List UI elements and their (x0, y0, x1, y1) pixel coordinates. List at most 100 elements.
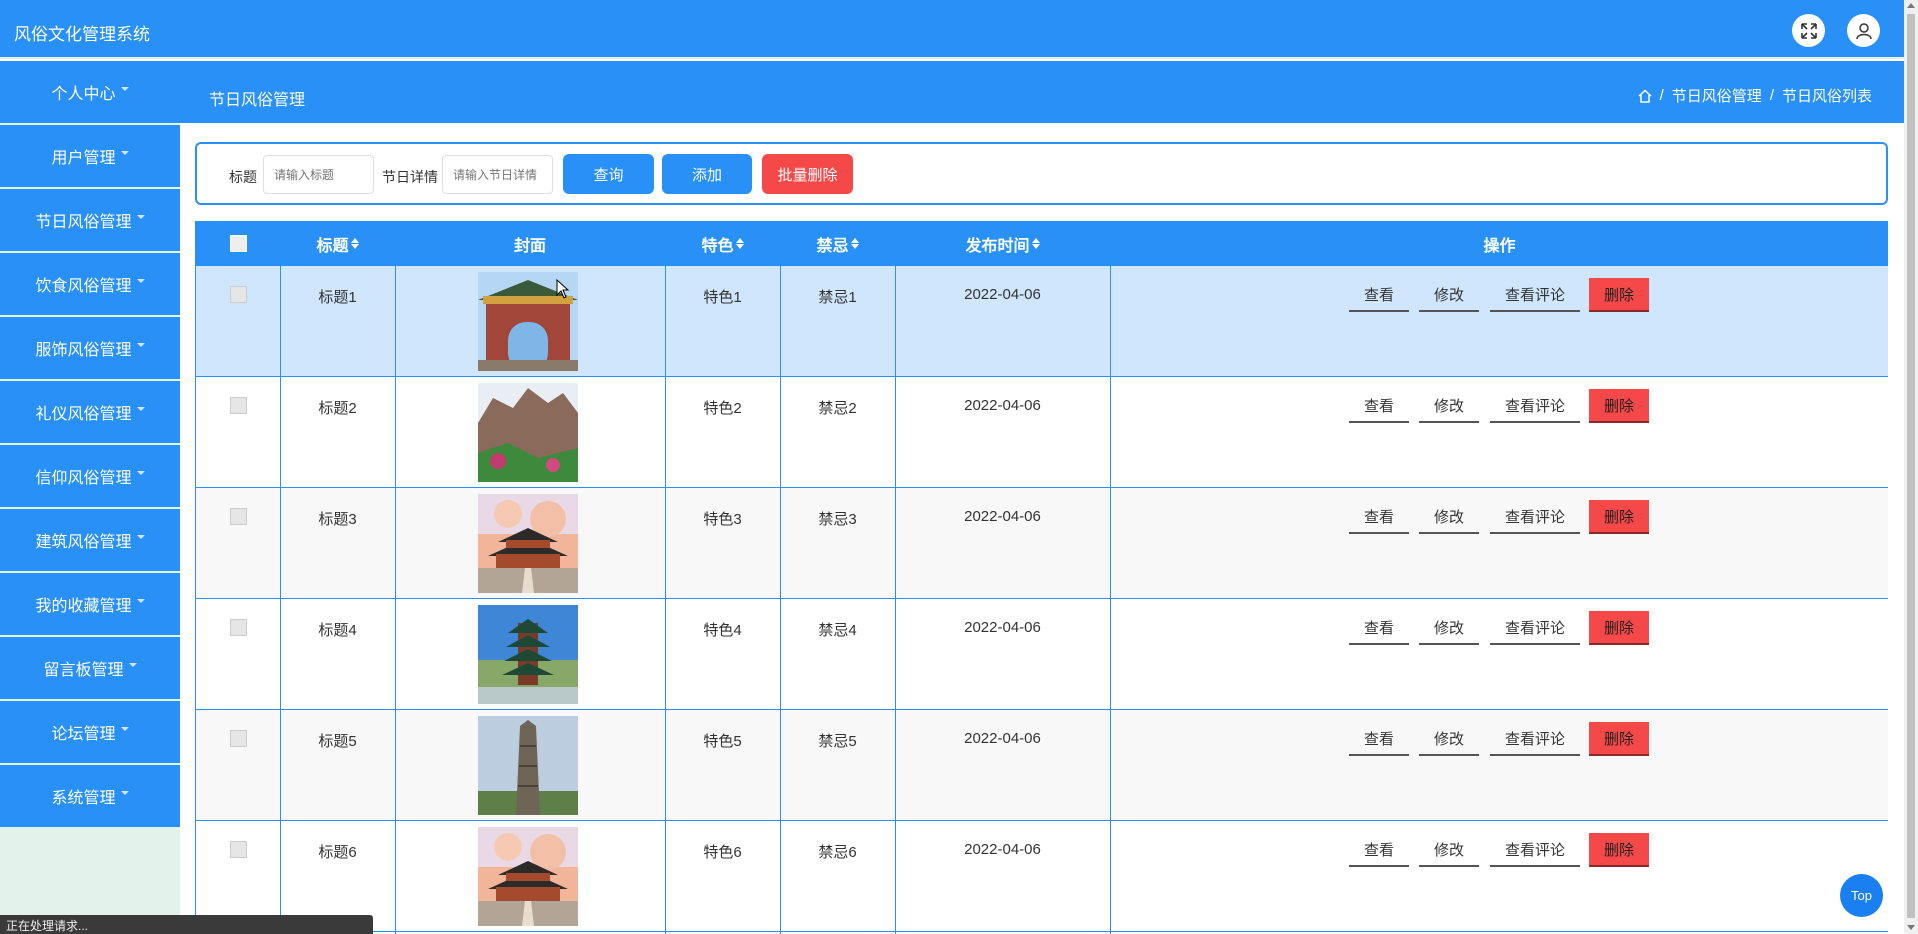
sidebar-item-forum[interactable]: 论坛管理 (0, 701, 180, 763)
add-button[interactable]: 添加 (662, 154, 752, 194)
home-icon[interactable] (1638, 88, 1652, 103)
view-button[interactable]: 查看 (1349, 389, 1409, 423)
row-feature: 特色1 (703, 289, 742, 306)
delete-button[interactable]: 删除 (1589, 833, 1649, 867)
sub-header: 节日风俗管理 / 节日风俗管理 / 节日风俗列表 (0, 61, 1904, 123)
breadcrumb-separator: / (1769, 87, 1774, 104)
view-button[interactable]: 查看 (1349, 833, 1409, 867)
view-comments-button[interactable]: 查看评论 (1490, 611, 1580, 645)
edit-button[interactable]: 修改 (1419, 500, 1479, 534)
caret-down-icon (120, 151, 129, 155)
fullscreen-button[interactable] (1792, 14, 1825, 47)
view-button[interactable]: 查看 (1349, 722, 1409, 756)
header-select-all[interactable] (196, 221, 280, 266)
title-search-input[interactable] (263, 155, 374, 194)
sidebar-item-personal-center[interactable]: 个人中心 (0, 61, 180, 123)
cover-image[interactable] (478, 605, 578, 704)
sidebar-item-system[interactable]: 系统管理 (0, 765, 180, 827)
view-button[interactable]: 查看 (1349, 611, 1409, 645)
table-row[interactable]: 标题2 特色2 禁忌2 2022-04-06 查看 修改 查看评论 删除 (196, 377, 1888, 488)
sidebar-item-architecture[interactable]: 建筑风俗管理 (0, 509, 180, 571)
sidebar-item-belief[interactable]: 信仰风俗管理 (0, 445, 180, 507)
back-to-top-button[interactable]: Top (1840, 874, 1883, 917)
header-taboo[interactable]: 禁忌 (780, 221, 895, 266)
row-checkbox[interactable] (229, 508, 247, 525)
sort-icon[interactable] (350, 238, 359, 249)
edit-button[interactable]: 修改 (1419, 389, 1479, 423)
header-date-label: 发布时间 (965, 237, 1030, 255)
edit-button[interactable]: 修改 (1419, 611, 1479, 645)
row-select-cell[interactable] (196, 266, 280, 376)
caret-down-icon (128, 663, 137, 667)
table-row[interactable]: 标题1 特色1 禁忌1 2022-04-06 查看 修改 查看评论 删除 (196, 266, 1888, 377)
row-checkbox[interactable] (229, 286, 247, 303)
row-checkbox[interactable] (229, 397, 247, 414)
cover-image[interactable] (478, 383, 578, 482)
delete-button[interactable]: 删除 (1589, 500, 1649, 534)
row-feature: 特色6 (703, 844, 742, 861)
table-row[interactable]: 标题5 特色5 禁忌5 2022-04-06 查看 修改 查看评论 删除 (196, 710, 1888, 821)
scroll-down-icon[interactable] (1907, 925, 1915, 930)
sidebar-item-users[interactable]: 用户管理 (0, 125, 180, 187)
row-checkbox[interactable] (229, 841, 247, 858)
column-divider (280, 221, 281, 934)
row-checkbox[interactable] (229, 730, 247, 747)
user-button[interactable] (1847, 14, 1880, 47)
view-comments-button[interactable]: 查看评论 (1490, 389, 1580, 423)
view-button[interactable]: 查看 (1349, 278, 1409, 312)
caret-down-icon (136, 279, 145, 283)
edit-button[interactable]: 修改 (1419, 722, 1479, 756)
scrollbar-thumb[interactable] (1907, 14, 1915, 918)
sidebar-item-festival[interactable]: 节日风俗管理 (0, 189, 180, 251)
sort-icon[interactable] (850, 238, 859, 249)
row-date: 2022-04-06 (964, 730, 1041, 747)
cover-image[interactable] (478, 827, 578, 926)
table-row[interactable]: 标题6 特色6 禁忌6 2022-04-06 查看 修改 查看评论 删除 (196, 821, 1888, 932)
sort-icon[interactable] (735, 238, 744, 249)
row-checkbox[interactable] (229, 619, 247, 636)
row-select-cell[interactable] (196, 710, 280, 820)
delete-button[interactable]: 删除 (1589, 389, 1649, 423)
view-comments-button[interactable]: 查看评论 (1490, 722, 1580, 756)
breadcrumb-item[interactable]: 节日风俗管理 (1672, 85, 1762, 106)
caret-down-icon (136, 535, 145, 539)
delete-button[interactable]: 删除 (1589, 278, 1649, 312)
header-title[interactable]: 标题 (280, 221, 395, 266)
fullscreen-icon (1800, 22, 1817, 39)
vertical-scrollbar[interactable] (1904, 0, 1918, 934)
caret-down-icon (120, 87, 129, 91)
sidebar-item-diet[interactable]: 饮食风俗管理 (0, 253, 180, 315)
view-comments-button[interactable]: 查看评论 (1490, 500, 1580, 534)
edit-button[interactable]: 修改 (1419, 833, 1479, 867)
view-comments-button[interactable]: 查看评论 (1490, 278, 1580, 312)
detail-search-input[interactable] (442, 155, 553, 194)
caret-down-icon (136, 343, 145, 347)
sidebar-item-label: 礼仪风俗管理 (35, 406, 132, 423)
cover-image[interactable] (478, 716, 578, 815)
delete-button[interactable]: 删除 (1589, 722, 1649, 756)
table-row[interactable]: 标题3 特色3 禁忌3 2022-04-06 查看 修改 查看评论 删除 (196, 488, 1888, 599)
select-all-checkbox[interactable] (229, 235, 247, 252)
row-select-cell[interactable] (196, 488, 280, 598)
scroll-up-icon[interactable] (1907, 3, 1915, 8)
table-header: 标题 封面 特色 禁忌 发布时间 操作 (196, 221, 1888, 266)
sort-icon[interactable] (1031, 238, 1040, 249)
batch-delete-button[interactable]: 批量删除 (762, 154, 853, 194)
sidebar-item-favorites[interactable]: 我的收藏管理 (0, 573, 180, 635)
delete-button[interactable]: 删除 (1589, 611, 1649, 645)
edit-button[interactable]: 修改 (1419, 278, 1479, 312)
row-cover (395, 821, 665, 931)
caret-down-icon (120, 791, 129, 795)
header-feature[interactable]: 特色 (665, 221, 780, 266)
sidebar-item-messages[interactable]: 留言板管理 (0, 637, 180, 699)
row-select-cell[interactable] (196, 377, 280, 487)
sidebar-item-etiquette[interactable]: 礼仪风俗管理 (0, 381, 180, 443)
row-select-cell[interactable] (196, 599, 280, 709)
header-date[interactable]: 发布时间 (895, 221, 1110, 266)
query-button[interactable]: 查询 (563, 154, 654, 194)
cover-image[interactable] (478, 494, 578, 593)
sidebar-item-clothing[interactable]: 服饰风俗管理 (0, 317, 180, 379)
view-button[interactable]: 查看 (1349, 500, 1409, 534)
view-comments-button[interactable]: 查看评论 (1490, 833, 1580, 867)
table-row[interactable]: 标题4 特色4 禁忌4 2022-04-06 查看 修改 查看评论 删除 (196, 599, 1888, 710)
